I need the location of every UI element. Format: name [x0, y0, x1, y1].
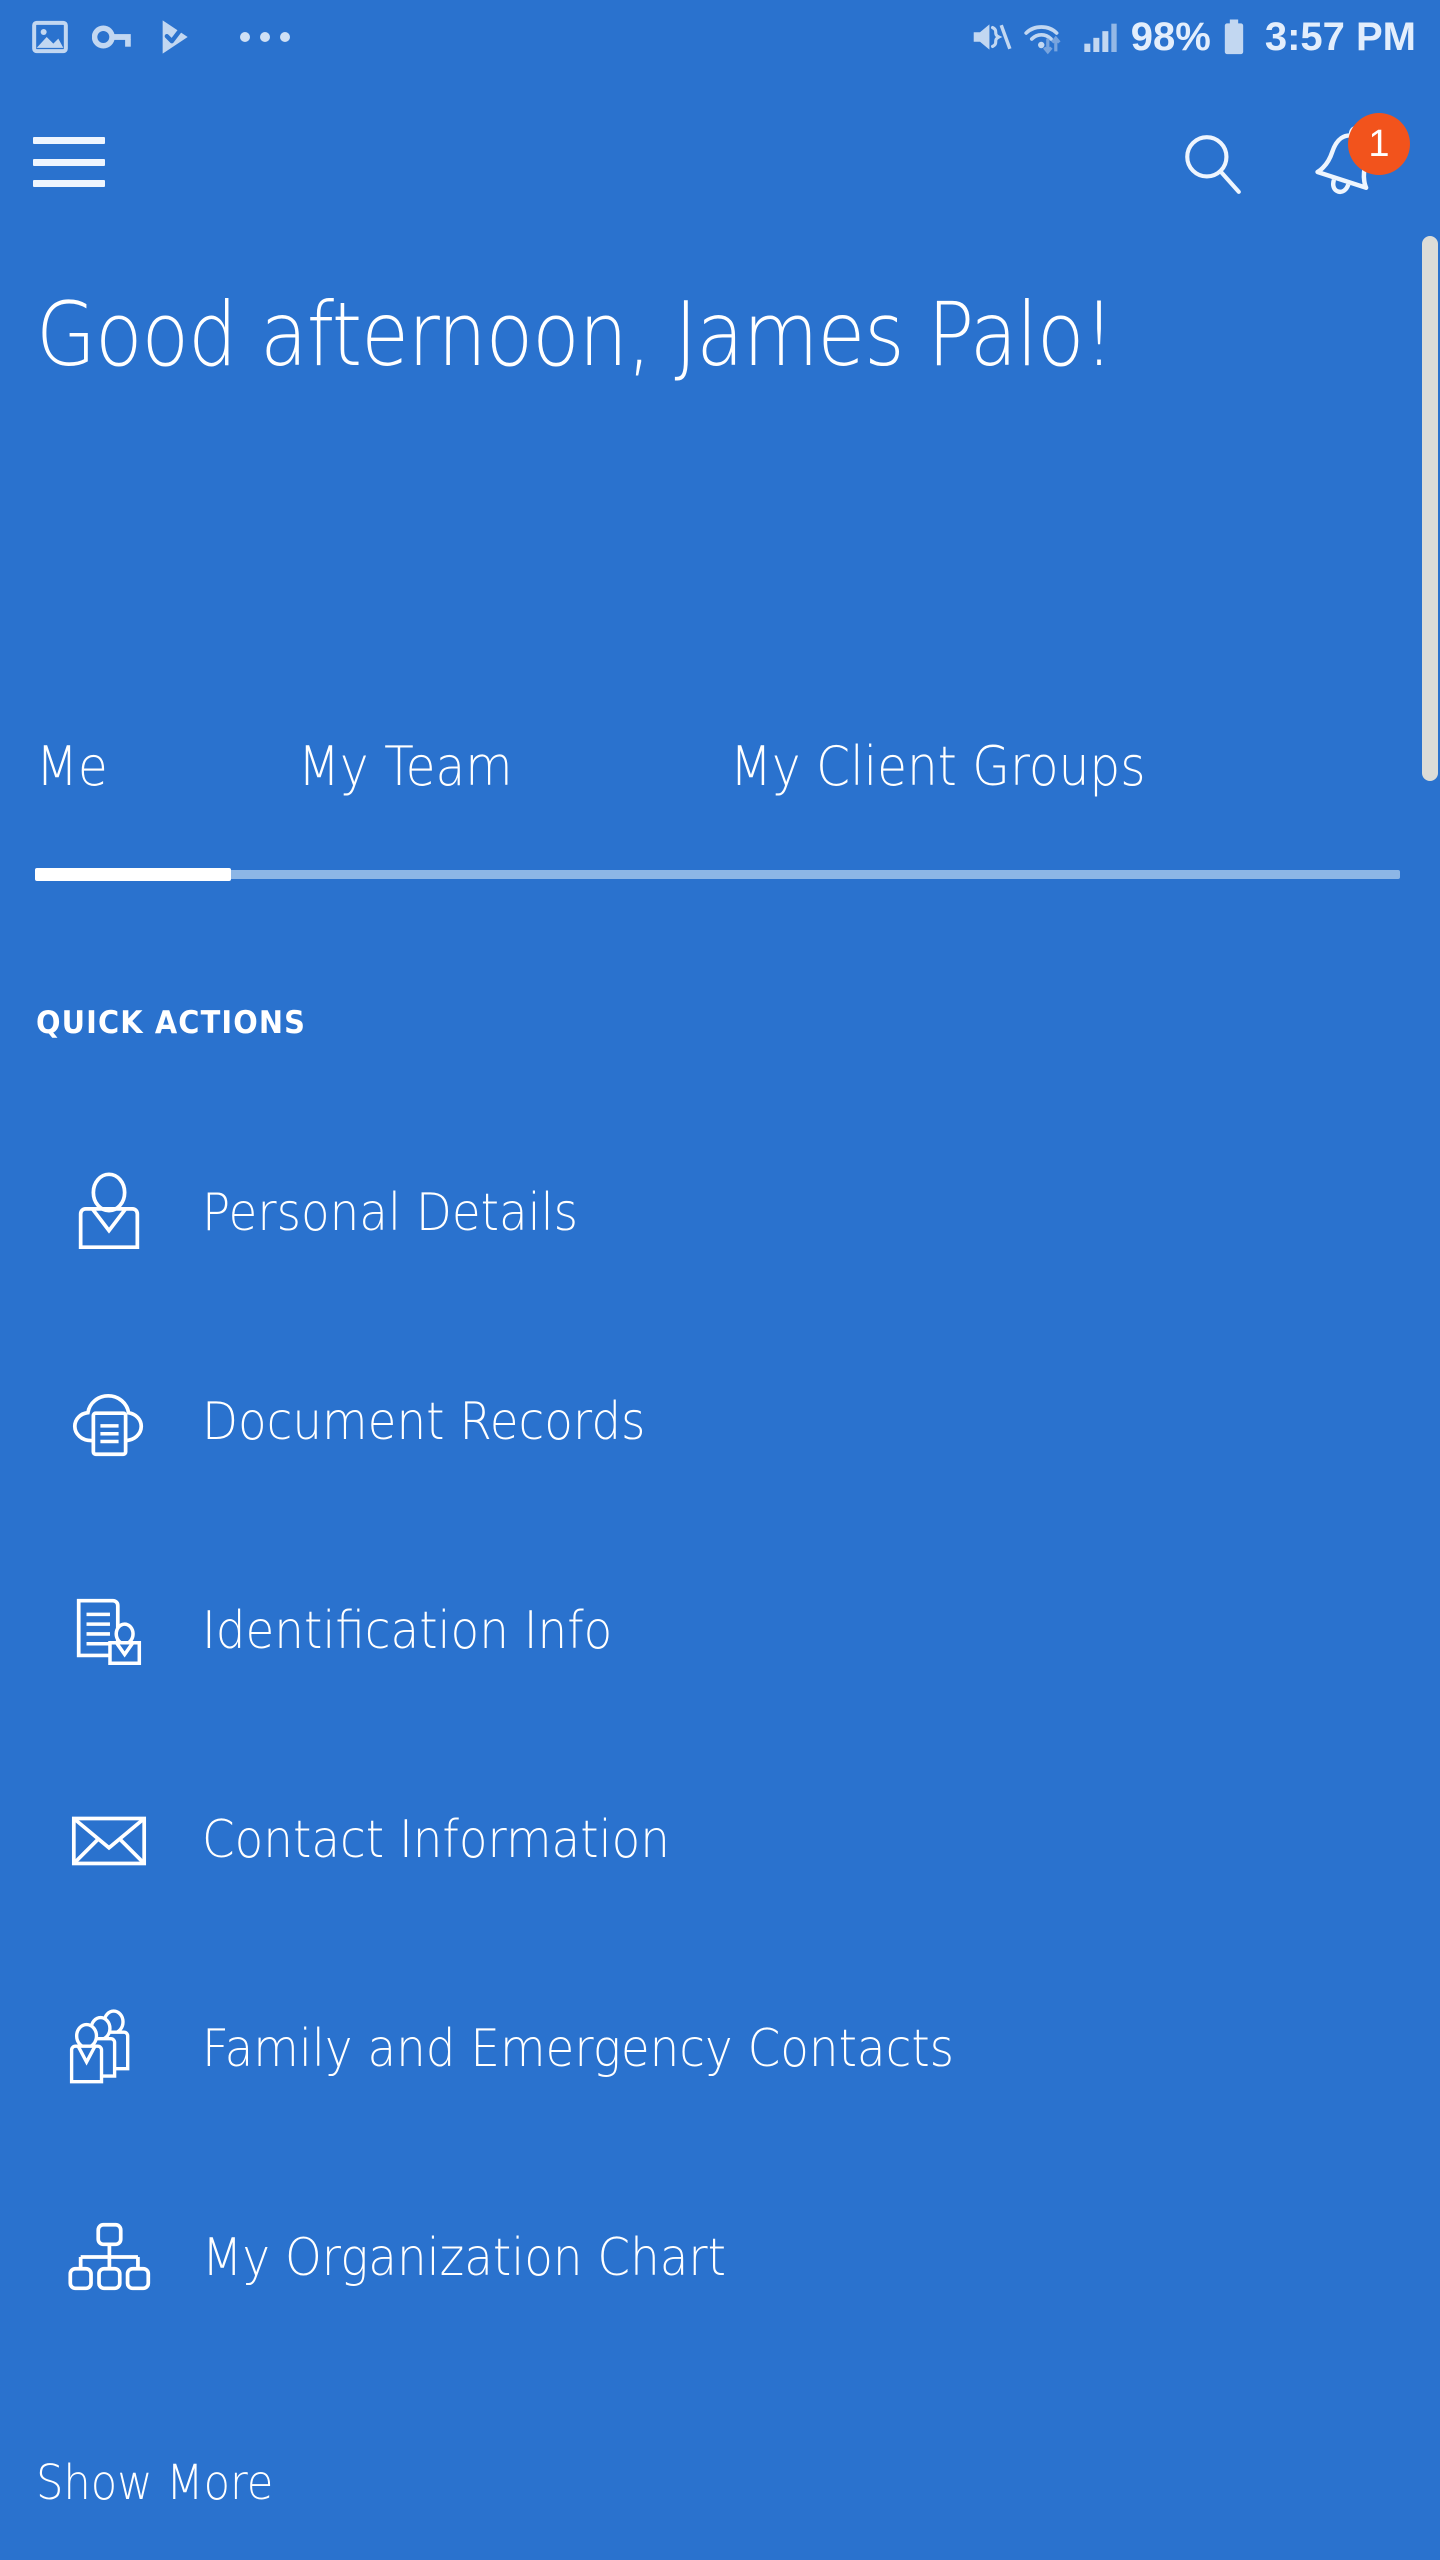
status-bar: 98% 3:57 PM: [0, 0, 1440, 74]
list-item-label: My Organization Chart: [202, 2228, 726, 2288]
show-more-link[interactable]: Show More: [36, 2455, 273, 2511]
battery-icon: [1221, 17, 1247, 57]
person-bust-icon: [66, 1170, 152, 1256]
list-item[interactable]: My Organization Chart: [0, 2153, 1440, 2362]
tab-active-indicator: [35, 868, 231, 881]
clock-time: 3:57 PM: [1265, 17, 1416, 57]
list-item[interactable]: Identification Info: [0, 1526, 1440, 1735]
list-item[interactable]: Personal Details: [0, 1108, 1440, 1317]
section-header-quick-actions: QUICK ACTIONS: [36, 1005, 306, 1041]
document-person-badge-icon: [66, 1588, 152, 1674]
hamburger-line: [33, 159, 105, 166]
app-bar: 1: [0, 100, 1440, 222]
scrollbar-thumb[interactable]: [1422, 236, 1438, 781]
tab-me[interactable]: Me: [36, 735, 108, 798]
list-item[interactable]: Document Records: [0, 1317, 1440, 1526]
mute-vibrate-icon: [969, 17, 1013, 57]
list-item[interactable]: Contact Information: [0, 1735, 1440, 1944]
quick-actions-list: Personal Details Document Records: [0, 1108, 1440, 2362]
status-bar-left-icons: [30, 17, 290, 57]
list-item-label: Identification Info: [202, 1601, 612, 1661]
wifi-transfer-icon: [1023, 17, 1071, 57]
page-title: Good afternoon, James Palo!: [36, 290, 1206, 380]
vpn-key-icon: [92, 17, 134, 57]
tab-bar: Me My Team My Client Groups: [0, 735, 1440, 885]
hamburger-menu-icon[interactable]: [33, 137, 105, 187]
org-chart-icon: [66, 2215, 152, 2301]
status-bar-right-icons: 98% 3:57 PM: [969, 17, 1416, 57]
notification-badge[interactable]: 1: [1348, 113, 1410, 175]
list-item[interactable]: Family and Emergency Contacts: [0, 1944, 1440, 2153]
more-dots-icon: [240, 32, 290, 42]
tab-my-client-groups[interactable]: My Client Groups: [730, 735, 1146, 798]
cellular-signal-icon: [1081, 17, 1121, 57]
hamburger-line: [33, 180, 105, 187]
list-item-label: Contact Information: [202, 1810, 670, 1870]
list-item-label: Document Records: [202, 1392, 645, 1452]
notification-count: 1: [1368, 123, 1389, 166]
cloud-document-icon: [66, 1379, 152, 1465]
list-item-label: Personal Details: [202, 1183, 578, 1243]
app-screen: 98% 3:57 PM: [0, 0, 1440, 2560]
list-item-label: Family and Emergency Contacts: [202, 2019, 954, 2079]
battery-percent: 98%: [1131, 17, 1211, 57]
tab-track: [35, 870, 1400, 879]
envelope-icon: [66, 1797, 152, 1883]
hamburger-line: [33, 137, 105, 144]
photo-icon: [30, 17, 70, 57]
play-store-check-icon: [156, 17, 196, 57]
search-icon[interactable]: [1179, 130, 1245, 201]
people-group-icon: [66, 2006, 152, 2092]
tab-my-team[interactable]: My Team: [298, 735, 513, 798]
